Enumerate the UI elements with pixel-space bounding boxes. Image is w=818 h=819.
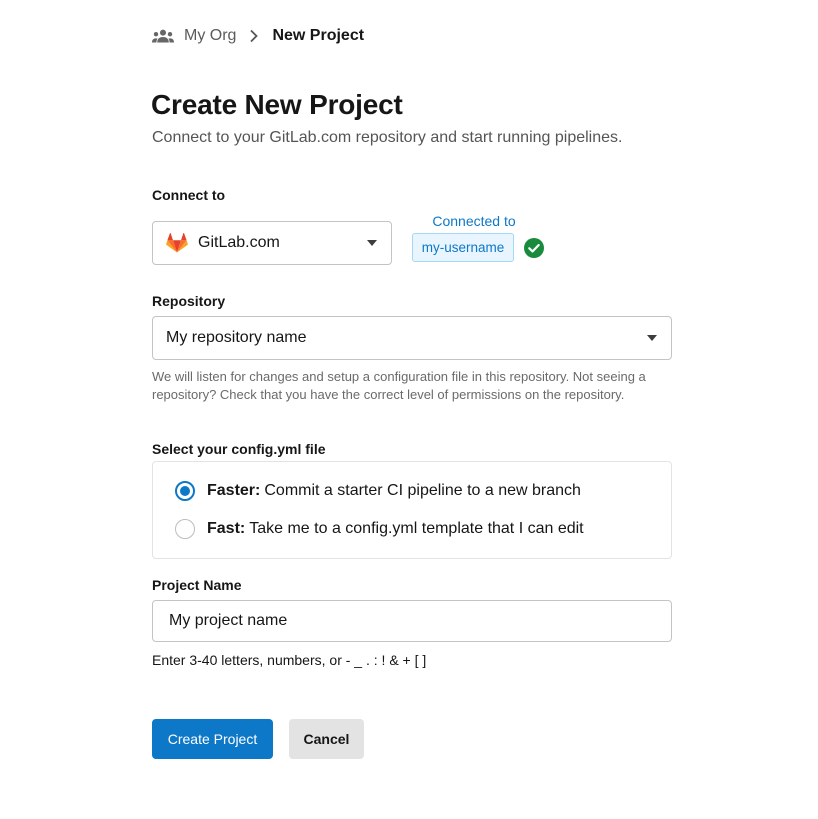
radio-fast[interactable] bbox=[175, 519, 195, 539]
radio-faster[interactable] bbox=[175, 481, 195, 501]
provider-select[interactable]: GitLab.com bbox=[152, 221, 392, 265]
provider-select-value: GitLab.com bbox=[198, 234, 280, 251]
connect-to-label: Connect to bbox=[152, 187, 226, 203]
project-name-input[interactable] bbox=[152, 600, 672, 642]
connected-to-label: Connected to bbox=[432, 213, 516, 229]
username-badge: my-username bbox=[412, 233, 514, 262]
project-name-helper-text: Enter 3-40 letters, numbers, or - _ . : … bbox=[152, 652, 427, 668]
config-option-faster[interactable]: Faster: Commit a starter CI pipeline to … bbox=[175, 481, 581, 501]
chevron-down-icon bbox=[647, 335, 657, 341]
config-label: Select your config.yml file bbox=[152, 441, 326, 457]
cancel-button[interactable]: Cancel bbox=[289, 719, 364, 759]
config-option-faster-title: Faster: bbox=[207, 482, 261, 499]
config-option-faster-text: Commit a starter CI pipeline to a new br… bbox=[264, 482, 581, 499]
breadcrumb-current: New Project bbox=[272, 27, 365, 44]
create-project-button[interactable]: Create Project bbox=[152, 719, 273, 759]
repository-select[interactable]: My repository name bbox=[152, 316, 672, 360]
config-option-fast-title: Fast: bbox=[207, 520, 246, 537]
config-option-fast[interactable]: Fast: Take me to a config.yml template t… bbox=[175, 519, 584, 539]
check-circle-icon bbox=[524, 238, 544, 258]
chevron-down-icon bbox=[367, 240, 377, 246]
repository-select-value: My repository name bbox=[166, 329, 307, 346]
breadcrumb-org-link[interactable]: My Org bbox=[184, 27, 236, 45]
people-icon bbox=[152, 28, 174, 44]
project-name-label: Project Name bbox=[152, 577, 242, 593]
config-option-fast-text: Take me to a config.yml template that I … bbox=[249, 520, 584, 537]
page-title: Create New Project bbox=[151, 89, 403, 120]
gitlab-icon bbox=[166, 233, 188, 253]
repository-label: Repository bbox=[152, 293, 226, 309]
page-subtitle: Connect to your GitLab.com repository an… bbox=[152, 129, 623, 146]
chevron-right-icon bbox=[244, 26, 264, 46]
repository-helper-text: We will listen for changes and setup a c… bbox=[152, 369, 646, 402]
breadcrumb: My Org New Project bbox=[152, 25, 364, 47]
config-options-group: Faster: Commit a starter CI pipeline to … bbox=[152, 461, 672, 559]
